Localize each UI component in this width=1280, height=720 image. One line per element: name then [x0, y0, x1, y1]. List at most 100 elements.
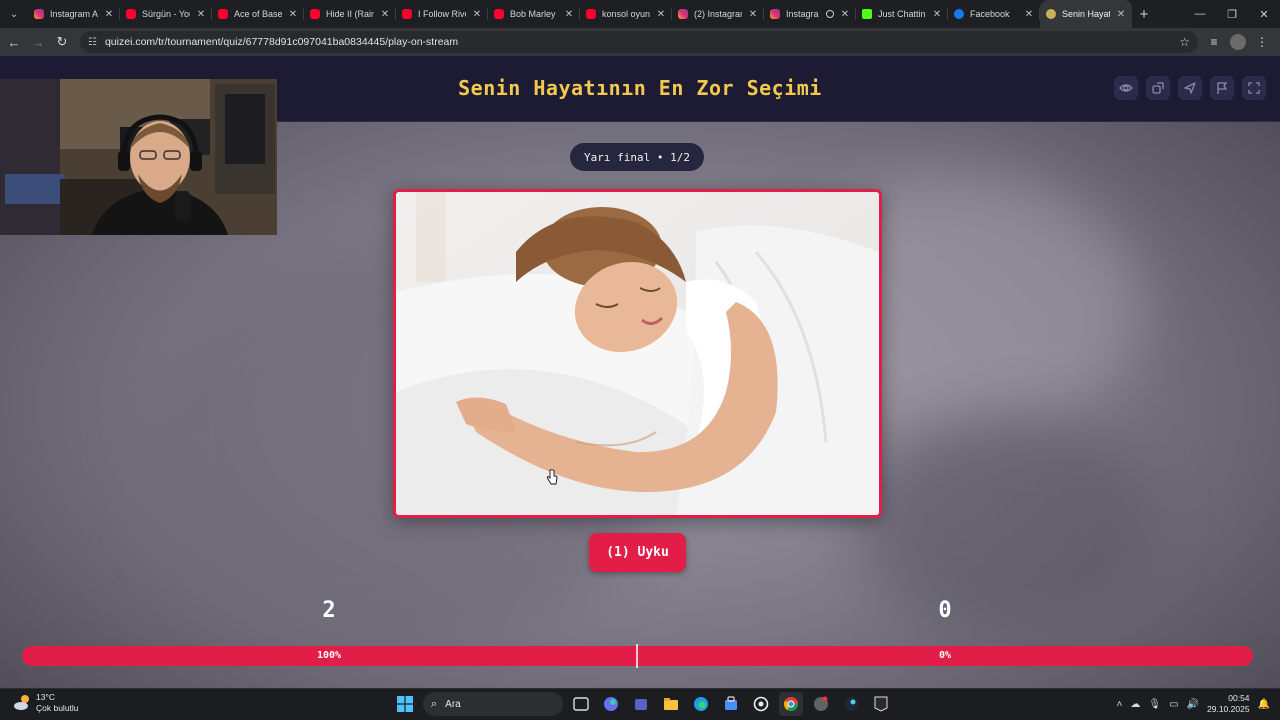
youtube-icon [586, 9, 596, 19]
profile-avatar[interactable] [1230, 34, 1246, 50]
tab-title: Just Chattin [878, 9, 926, 19]
cloudy-weather-icon [14, 695, 29, 710]
instagram-icon [770, 9, 780, 19]
browser-tab[interactable]: konsol oyun ✕ [580, 0, 672, 28]
share-icon[interactable] [1146, 76, 1170, 100]
tab-title: Instagra [786, 9, 819, 19]
browser-toolbar: ← → ↻ ☷ quizei.com/tr/tournament/quiz/67… [0, 28, 1280, 56]
kick-icon [862, 9, 872, 19]
tab-title: Senin Hayat [1062, 9, 1110, 19]
eye-icon[interactable] [1114, 76, 1138, 100]
instagram-icon [678, 9, 688, 19]
flag-icon[interactable] [1210, 76, 1234, 100]
fullscreen-icon[interactable] [1242, 76, 1266, 100]
close-tab-icon[interactable]: ✕ [196, 9, 206, 20]
windows-taskbar: 13°C Çok bulutlu ⌕ Ara ˄ ☁ 🎙 ▭ 🔊 00:54 2… [0, 688, 1280, 720]
browser-tab[interactable]: Instagram A ✕ [28, 0, 120, 28]
close-tab-icon[interactable]: ✕ [472, 9, 482, 20]
browser-tab[interactable]: Sürgün - You ✕ [120, 0, 212, 28]
tab-search-chevron-icon[interactable]: ⌄ [0, 0, 28, 28]
task-view-icon[interactable] [569, 692, 593, 716]
browser-tab[interactable]: Just Chattin ✕ [856, 0, 948, 28]
right-percent: 0% [938, 650, 952, 661]
close-tab-icon[interactable]: ✕ [748, 9, 758, 20]
windows-start-icon[interactable] [393, 692, 417, 716]
microphone-icon[interactable]: 🎙 [1148, 699, 1161, 710]
minimize-icon[interactable]: — [1184, 0, 1216, 28]
browser-tab[interactable]: Ace of Base ✕ [212, 0, 304, 28]
close-tab-icon[interactable]: ✕ [1116, 9, 1126, 20]
teams-icon[interactable] [629, 692, 653, 716]
streamer-webcam-overlay [0, 79, 277, 235]
window-controls: — ❐ ✕ [1184, 0, 1280, 28]
menu-icon[interactable]: ⋮ [1250, 30, 1274, 54]
facebook-icon [954, 9, 964, 19]
weather-widget[interactable]: 13°C Çok bulutlu [12, 692, 79, 714]
network-icon[interactable]: ▭ [1169, 699, 1178, 710]
file-explorer-icon[interactable] [659, 692, 683, 716]
choice-image-card[interactable] [393, 189, 882, 518]
close-tab-icon[interactable]: ✕ [380, 9, 390, 20]
media-control-icon[interactable]: ≡ [1202, 30, 1226, 54]
browser-tab[interactable]: Bob Marley ✕ [488, 0, 580, 28]
close-tab-icon[interactable]: ✕ [932, 9, 942, 20]
chrome-icon[interactable] [779, 692, 803, 716]
choice-button[interactable]: (1) Uyku [589, 533, 686, 572]
sleeping-woman-photo [396, 192, 879, 515]
system-tray: ˄ ☁ 🎙 ▭ 🔊 00:54 29.10.2025 🔔 [1117, 693, 1270, 715]
browser-tab[interactable]: I Follow Rive ✕ [396, 0, 488, 28]
tab-title: konsol oyun [602, 9, 650, 19]
clock-time: 00:54 [1228, 693, 1250, 703]
vote-bar-divider [636, 644, 638, 668]
taskbar-apps: ⌕ Ara [393, 692, 893, 716]
close-tab-icon[interactable]: ✕ [564, 9, 574, 20]
close-tab-icon[interactable]: ✕ [656, 9, 666, 20]
forward-icon[interactable]: → [26, 30, 50, 54]
onedrive-icon[interactable]: ☁ [1130, 699, 1140, 710]
send-icon[interactable] [1178, 76, 1202, 100]
store-icon[interactable] [719, 692, 743, 716]
close-window-icon[interactable]: ✕ [1248, 0, 1280, 28]
browser-tab-strip: ⌄ Instagram A ✕ Sürgün - You ✕ Ace of Base ✕ H… [0, 0, 1280, 28]
close-tab-icon[interactable]: ✕ [1024, 9, 1034, 20]
browser-tab[interactable]: (2) Instagran ✕ [672, 0, 764, 28]
tab-title: Facebook [970, 9, 1010, 19]
close-tab-icon[interactable]: ✕ [104, 9, 114, 20]
notification-bell-icon[interactable]: 🔔 [1258, 699, 1270, 710]
tab-list: Instagram A ✕ Sürgün - You ✕ Ace of Base ✕ Hid… [28, 0, 1132, 28]
site-info-icon[interactable]: ☷ [88, 37, 97, 48]
close-tab-icon[interactable]: ✕ [840, 9, 850, 20]
browser-tab[interactable]: Facebook ✕ [948, 0, 1040, 28]
tab-title: Hide II (Rain) [326, 9, 374, 19]
url-text[interactable]: quizei.com/tr/tournament/quiz/67778d91c0… [105, 36, 1179, 48]
search-label: Ara [445, 698, 461, 710]
tab-title: Instagram A [50, 9, 98, 19]
steam-icon[interactable] [839, 692, 863, 716]
browser-tab[interactable]: Instagra ✕ [764, 0, 856, 28]
tab-title: (2) Instagran [694, 9, 742, 19]
copilot-icon[interactable] [599, 692, 623, 716]
epic-games-icon[interactable] [869, 692, 893, 716]
search-icon: ⌕ [431, 697, 438, 710]
address-bar[interactable]: ☷ quizei.com/tr/tournament/quiz/67778d91… [80, 31, 1198, 53]
new-tab-button[interactable]: + [1132, 6, 1156, 23]
taskbar-search[interactable]: ⌕ Ara [423, 692, 563, 716]
youtube-icon [494, 9, 504, 19]
chrome-profile-icon[interactable] [809, 692, 833, 716]
close-tab-icon[interactable]: ✕ [288, 9, 298, 20]
clock[interactable]: 00:54 29.10.2025 [1207, 693, 1250, 715]
quizei-icon [1046, 9, 1056, 19]
edge-icon[interactable] [689, 692, 713, 716]
background-blur [860, 416, 1160, 636]
chatgpt-icon[interactable] [749, 692, 773, 716]
volume-icon[interactable]: 🔊 [1187, 699, 1199, 710]
back-icon[interactable]: ← [2, 30, 26, 54]
hand-cursor-icon [546, 469, 558, 485]
chevron-up-icon[interactable]: ˄ [1117, 699, 1123, 710]
tab-title: I Follow Rive [418, 9, 466, 19]
browser-tab[interactable]: Hide II (Rain) ✕ [304, 0, 396, 28]
browser-tab[interactable]: Senin Hayat ✕ [1040, 0, 1132, 28]
reload-icon[interactable]: ↻ [50, 30, 74, 54]
restore-icon[interactable]: ❐ [1216, 0, 1248, 28]
bookmark-star-icon[interactable]: ☆ [1179, 35, 1190, 49]
